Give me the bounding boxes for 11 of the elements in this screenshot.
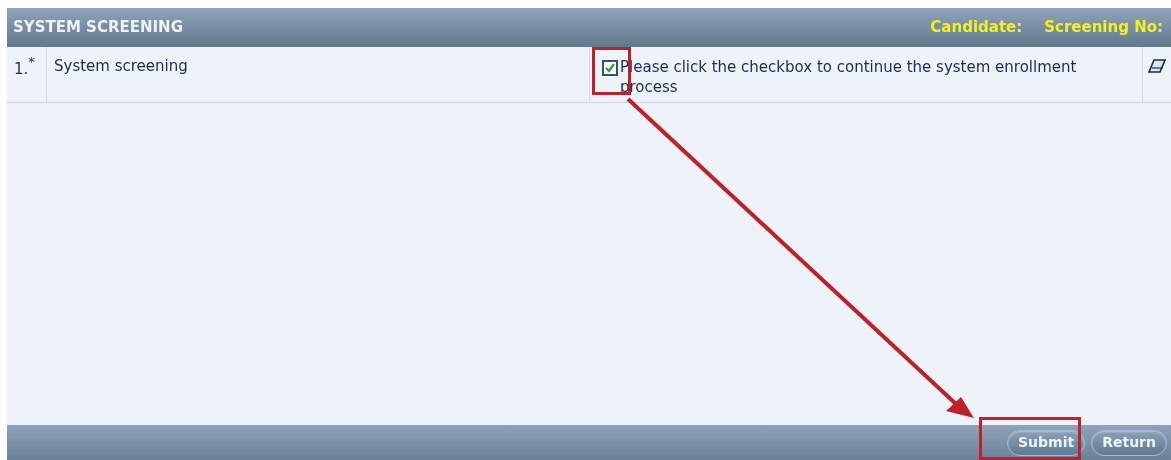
action-button[interactable]: Submit	[1007, 429, 1086, 456]
row-number: 1.	[14, 59, 29, 80]
action-button[interactable]: Return	[1091, 429, 1167, 456]
checkbox[interactable]	[602, 60, 618, 76]
header-label: Candidate:	[930, 17, 1023, 39]
header-label: Screening No:	[1044, 17, 1163, 39]
section-title: SYSTEM SCREENING	[13, 17, 183, 39]
arrow-icon	[624, 95, 976, 420]
required-mark: *	[28, 55, 35, 68]
question-label: System screening	[54, 57, 188, 75]
eraser-icon[interactable]	[1148, 59, 1166, 73]
